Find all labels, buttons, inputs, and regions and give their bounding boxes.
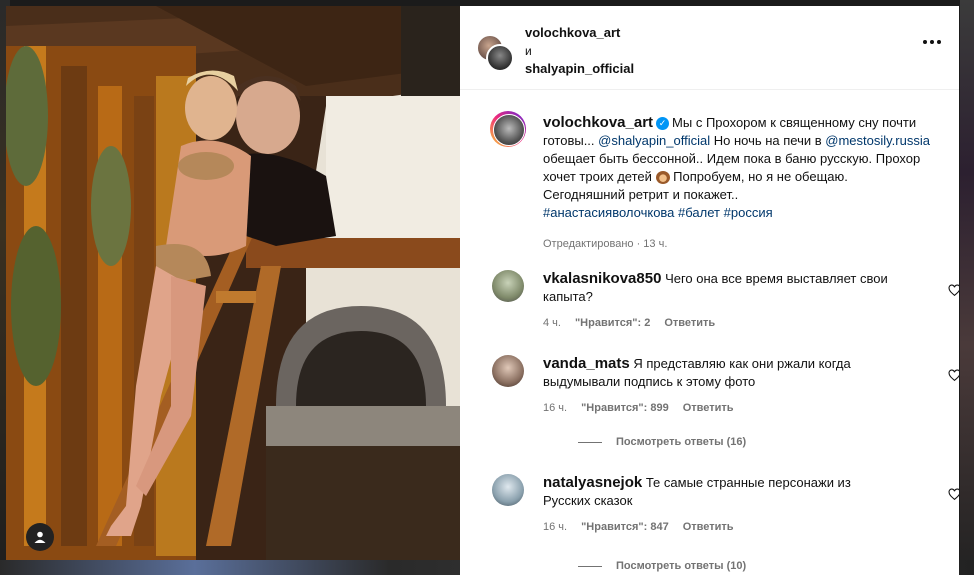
comment-text: vanda_mats Я представляю как они ржали к… bbox=[543, 355, 888, 391]
header-username-2[interactable]: shalyapin_official bbox=[525, 61, 634, 76]
heart-icon[interactable] bbox=[948, 369, 959, 382]
caption-meta: Отредактировано · 13 ч. bbox=[543, 238, 668, 250]
post-photo[interactable] bbox=[6, 6, 460, 560]
replies-divider bbox=[578, 441, 602, 443]
reply-button[interactable]: Ответить bbox=[664, 317, 715, 329]
avatar[interactable] bbox=[486, 44, 514, 72]
avatar[interactable] bbox=[492, 474, 524, 506]
comment-time[interactable]: 16 ч. bbox=[543, 402, 567, 414]
comment-username[interactable]: natalyasnejok bbox=[543, 474, 642, 491]
view-replies-label: Посмотреть ответы (16) bbox=[616, 436, 747, 448]
comment-likes[interactable]: "Нравится": 847 bbox=[581, 521, 669, 533]
reply-button[interactable]: Ответить bbox=[683, 521, 734, 533]
heart-icon[interactable] bbox=[948, 488, 959, 501]
comment-username[interactable]: vkalasnikova850 bbox=[543, 270, 661, 287]
comment-meta: 16 ч. "Нравится": 899 Ответить bbox=[543, 402, 734, 414]
comment-username[interactable]: vanda_mats bbox=[543, 355, 630, 372]
comment-time[interactable]: 16 ч. bbox=[543, 521, 567, 533]
more-options-button[interactable] bbox=[923, 40, 941, 44]
photo-illustration bbox=[6, 6, 460, 560]
avatar[interactable] bbox=[492, 270, 524, 302]
caption-part: Но ночь на печи в bbox=[710, 133, 826, 148]
reply-button[interactable]: Ответить bbox=[683, 402, 734, 414]
person-tag-icon bbox=[34, 531, 46, 543]
view-replies-label: Посмотреть ответы (10) bbox=[616, 560, 747, 572]
comment-meta: 4 ч. "Нравится": 2 Ответить bbox=[543, 317, 715, 329]
hashtag-link[interactable]: #балет bbox=[678, 205, 720, 220]
mention-link[interactable]: @mestosily.russia bbox=[825, 133, 930, 148]
header-username-1[interactable]: volochkova_art bbox=[525, 25, 620, 40]
caption-time[interactable]: 13 ч. bbox=[643, 238, 667, 250]
monkey-emoji-icon bbox=[655, 171, 670, 185]
comment-text: vkalasnikova850 Чего она все время выста… bbox=[543, 270, 888, 306]
comment-text: natalyasnejok Те самые странные персонаж… bbox=[543, 474, 888, 510]
hashtag-link[interactable]: #россия bbox=[724, 205, 773, 220]
post-header: volochkova_art и shalyapin_official bbox=[460, 6, 959, 90]
hashtag-link[interactable]: #анастасияволочкова bbox=[543, 205, 674, 220]
avatar[interactable] bbox=[492, 355, 524, 387]
avatar[interactable] bbox=[490, 111, 526, 147]
edited-label: Отредактировано bbox=[543, 238, 634, 250]
caption-text: volochkova_art ✓ Мы с Прохором к священном… bbox=[543, 114, 933, 222]
post-panel: volochkova_art и shalyapin_official volo… bbox=[460, 6, 959, 575]
mention-link[interactable]: @shalyapin_official bbox=[598, 133, 710, 148]
caption-username[interactable]: volochkova_art bbox=[543, 114, 653, 131]
more-icon bbox=[923, 40, 927, 44]
header-and: и bbox=[525, 44, 532, 58]
comment-likes[interactable]: "Нравится": 899 bbox=[581, 402, 669, 414]
heart-icon[interactable] bbox=[948, 284, 959, 297]
background-right bbox=[960, 0, 974, 575]
comment-time[interactable]: 4 ч. bbox=[543, 317, 561, 329]
comment-likes[interactable]: "Нравится": 2 bbox=[575, 317, 650, 329]
view-replies-button[interactable]: Посмотреть ответы (16) bbox=[578, 436, 746, 448]
view-replies-button[interactable]: Посмотреть ответы (10) bbox=[578, 560, 746, 572]
comment-meta: 16 ч. "Нравится": 847 Ответить bbox=[543, 521, 734, 533]
person-tag-button[interactable] bbox=[26, 523, 54, 551]
verified-icon: ✓ bbox=[656, 117, 670, 131]
replies-divider bbox=[578, 565, 602, 567]
